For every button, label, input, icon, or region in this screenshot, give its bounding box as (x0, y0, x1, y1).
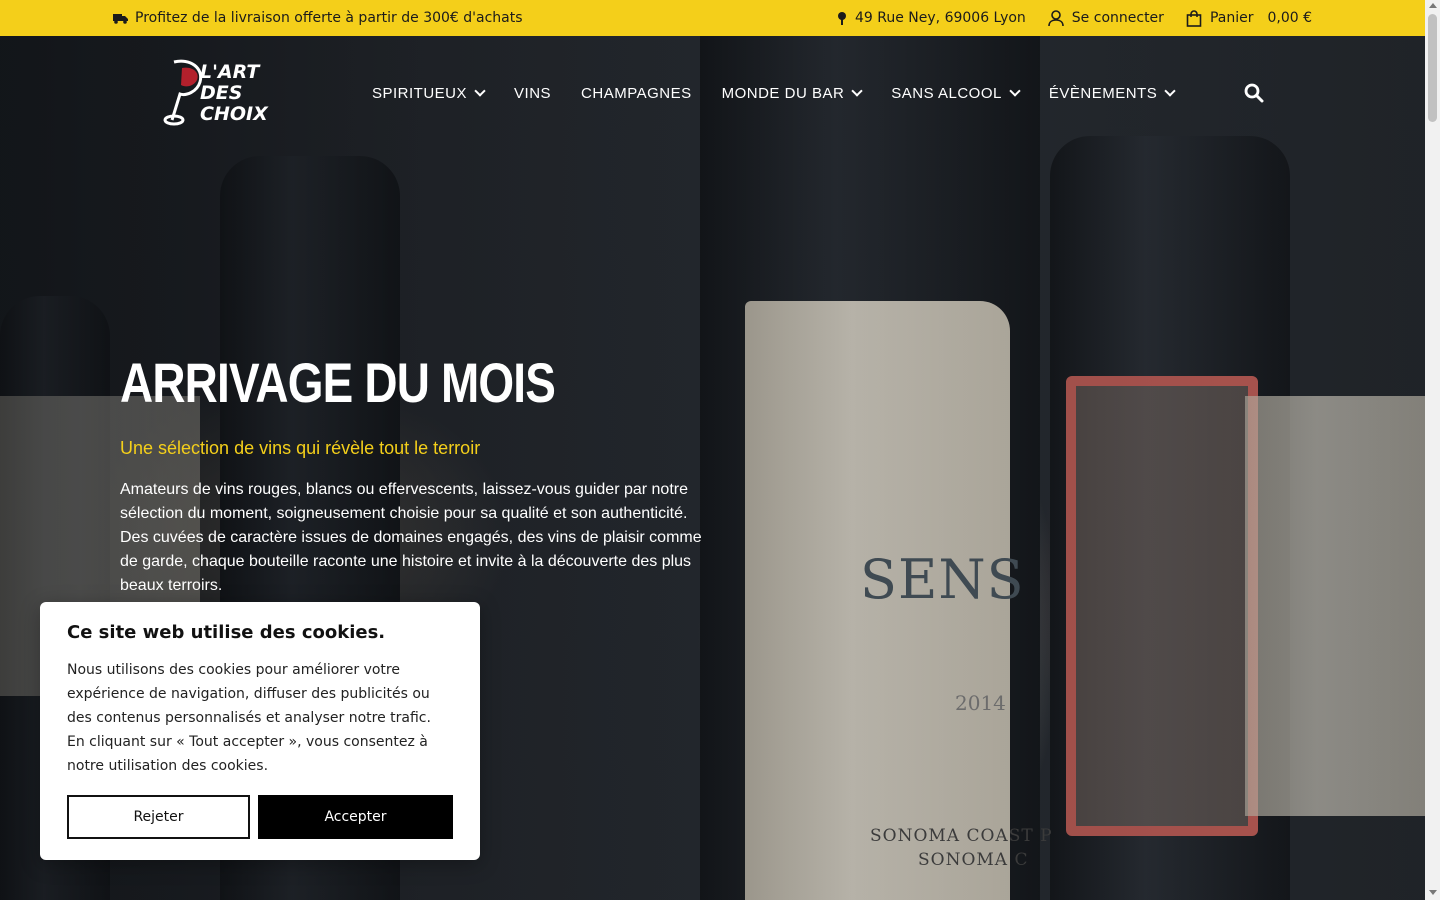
cart-link[interactable]: Panier 0,00 € (1186, 9, 1312, 27)
chevron-down-icon (851, 85, 863, 97)
nav-label: SANS ALCOOL (891, 84, 1002, 102)
nav-item-spiritueux[interactable]: SPIRITUEUX (372, 84, 486, 102)
hero-description: Amateurs de vins rouges, blancs ou effer… (120, 481, 702, 594)
bottle-label-year: 2014 (955, 691, 1006, 715)
page-scrollbar[interactable] (1425, 0, 1440, 900)
hero-title: ARRIVAGE DU MOIS (120, 351, 556, 414)
chevron-down-icon (474, 85, 486, 97)
chevron-down-icon (1164, 85, 1176, 97)
bottle-label-line: SONOMA C (918, 850, 1029, 870)
nav-label: MONDE DU BAR (721, 84, 845, 102)
scrollbar-thumb[interactable] (1428, 14, 1437, 122)
store-address[interactable]: 49 Rue Ney, 69006 Lyon (837, 10, 1026, 26)
site-logo[interactable]: L'ART DES CHOIX (160, 58, 285, 128)
search-icon (1244, 83, 1264, 103)
main-nav: SPIRITUEUX VINS CHAMPAGNES MONDE DU BAR … (372, 80, 1204, 106)
nav-item-vins[interactable]: VINS (514, 85, 551, 102)
nav-item-champagnes[interactable]: CHAMPAGNES (581, 85, 692, 102)
promo-text: Profitez de la livraison offerte à parti… (135, 10, 523, 26)
user-icon (1047, 9, 1064, 27)
hero-subtitle: Une sélection de vins qui révèle tout le… (120, 438, 481, 458)
address-text: 49 Rue Ney, 69006 Lyon (855, 10, 1026, 26)
nav-label: ÉVÈNEMENTS (1048, 84, 1158, 102)
wine-glass-icon (163, 59, 203, 126)
nav-item-sans-alcool[interactable]: SANS ALCOOL (891, 84, 1021, 102)
shopping-bag-icon (1186, 9, 1202, 27)
accept-cookies-button[interactable]: Accepter (258, 795, 453, 839)
bottle-label-word: SENS (860, 548, 1025, 611)
nav-label: CHAMPAGNES (581, 84, 692, 102)
scroll-up-arrow-icon[interactable] (1428, 3, 1437, 8)
nav-item-monde-du-bar[interactable]: MONDE DU BAR (721, 84, 863, 102)
nav-label: VINS (514, 84, 552, 102)
cookie-title: Ce site web utilise des cookies. (67, 622, 386, 643)
promo-message: Profitez de la livraison offerte à parti… (113, 0, 523, 36)
chevron-down-icon (1009, 85, 1021, 97)
nav-label: SPIRITUEUX (372, 84, 468, 102)
scroll-down-arrow-icon[interactable] (1428, 890, 1437, 895)
bottle-label-line: SONOMA COAST P (870, 826, 1053, 846)
login-link[interactable]: Se connecter (1047, 9, 1164, 27)
logo-line: DES (200, 82, 243, 104)
map-pin-icon (837, 11, 847, 25)
logo-line: L'ART (200, 61, 260, 83)
logo-line: CHOIX (200, 103, 268, 125)
top-bar: Profitez de la livraison offerte à parti… (0, 0, 1425, 36)
cookie-text: Nous utilisons des cookies pour améliore… (67, 662, 431, 774)
login-text: Se connecter (1071, 10, 1164, 26)
search-button[interactable] (1244, 83, 1264, 103)
truck-icon (113, 12, 128, 24)
cart-amount: 0,00 € (1267, 10, 1312, 26)
cookie-banner: Ce site web utilise des cookies. Nous ut… (40, 602, 480, 860)
logo-text: L'ART DES CHOIX (200, 62, 268, 125)
nav-item-evenements[interactable]: ÉVÈNEMENTS (1048, 84, 1176, 102)
reject-cookies-button[interactable]: Rejeter (67, 795, 250, 839)
cart-label: Panier (1209, 10, 1254, 26)
